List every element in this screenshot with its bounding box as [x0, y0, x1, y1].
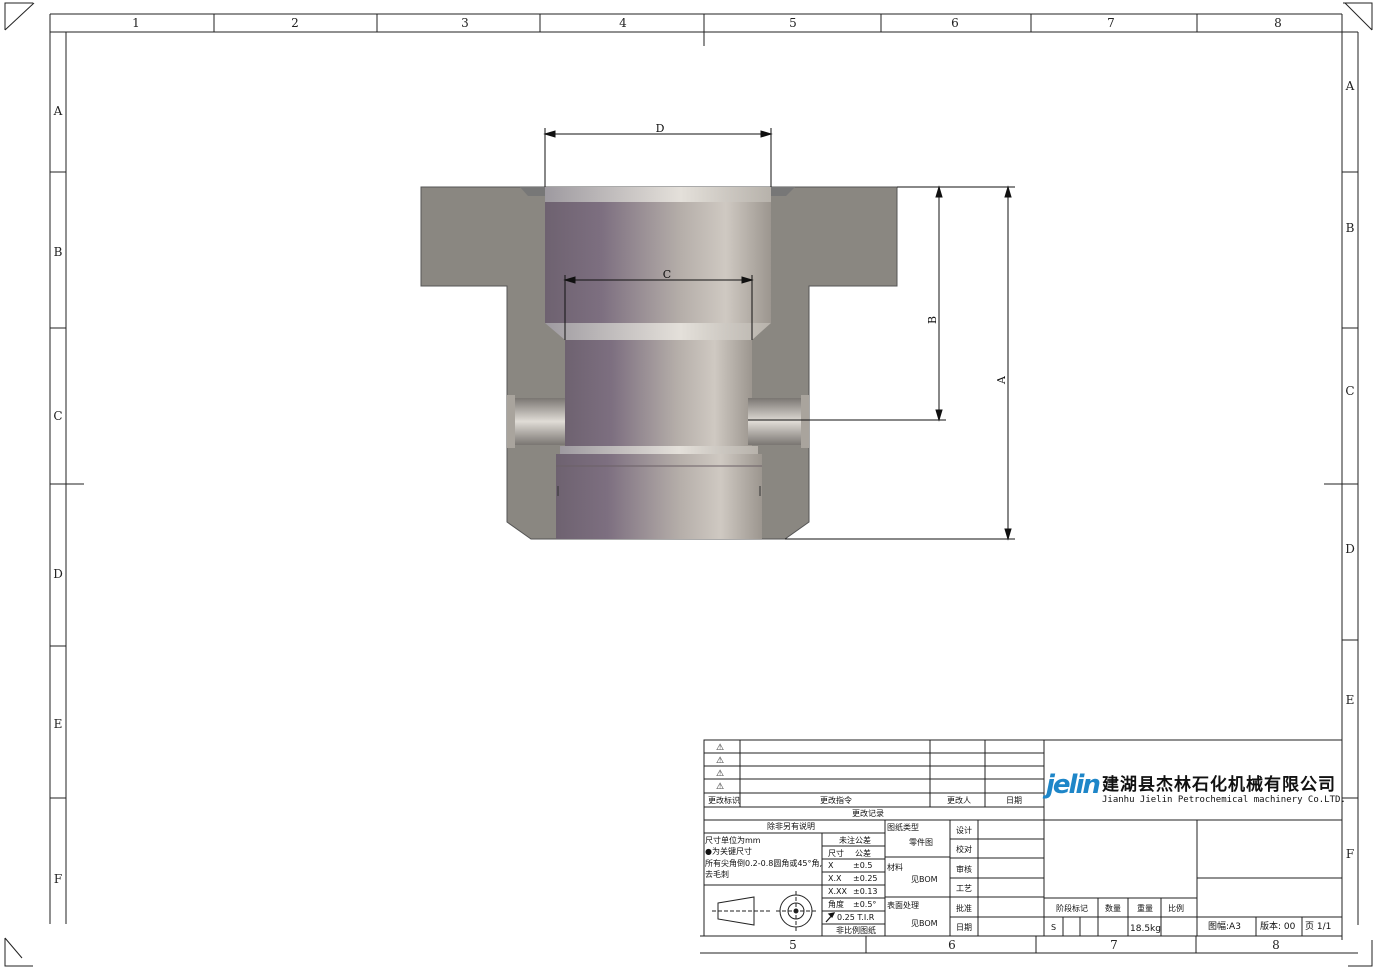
dim-b-label: B: [926, 316, 939, 324]
notes-line-1: 尺寸单位为mm: [705, 836, 761, 845]
notes-line-2: ●为关键尺寸: [705, 847, 752, 856]
revision-col-date: 日期: [1006, 796, 1022, 805]
revision-triangle-4: ⚠: [716, 782, 725, 792]
tolerance-r3-size: X.XX: [828, 887, 847, 896]
zone-row-a-right: A: [1345, 79, 1355, 93]
approval-check: 校对: [956, 845, 972, 854]
tolerance-r2-tol: ±0.25: [853, 874, 878, 883]
zone-col-3: 3: [461, 16, 469, 30]
sheet-page: 页 1/1: [1305, 922, 1332, 932]
sheet-size: 图幅:A3: [1208, 922, 1241, 932]
right-port-face: [801, 395, 809, 448]
tolerance-runout: 0.25 T.I.R: [837, 913, 875, 922]
revision-triangle-3: ⚠: [716, 769, 725, 779]
drawing-sheet: 1 2 3 4 5 6 7 8 A B C D E F A B C D E F …: [4, 2, 1373, 967]
company-name-cn: 建湖县杰林石化机械有限公司: [1102, 775, 1336, 795]
dim-a-label: A: [995, 375, 1008, 385]
zone-row-e-left: E: [54, 717, 63, 731]
drawing-type-value: 零件图: [909, 838, 933, 847]
zone-row-c-right: C: [1345, 384, 1354, 398]
tolerance-r4-tol: ±0.5°: [853, 900, 877, 909]
company-logo: jelin: [1046, 770, 1101, 800]
tolerance-r2-size: X.X: [828, 874, 842, 883]
zone-col-1: 1: [132, 16, 140, 30]
upper-bore: [545, 187, 771, 323]
revision-col-mark: 更改标识: [708, 796, 740, 805]
upper-bore-step: [545, 323, 771, 340]
middle-bore: [565, 340, 752, 452]
company-name-en: Jianhu Jielin Petrochemical machinery Co…: [1102, 795, 1346, 805]
left-port-face: [507, 395, 515, 448]
tolerance-r1-size: X: [828, 861, 834, 870]
revision-triangle-2: ⚠: [716, 756, 725, 766]
top-chamfer: [545, 187, 771, 202]
tolerance-scale-note: 非比例图纸: [836, 926, 876, 935]
revision-title: 更改记录: [852, 809, 884, 818]
surface-label: 表面处理: [887, 901, 919, 910]
approval-design: 设计: [956, 826, 972, 835]
zone-col-5-bottom: 5: [789, 938, 797, 952]
quantity-label: 数量: [1105, 904, 1121, 913]
notes-line-4: 去毛刺: [705, 870, 729, 879]
approval-approve: 批准: [956, 904, 972, 913]
dim-c-label: C: [663, 268, 671, 281]
scale-label: 比例: [1168, 904, 1184, 913]
revision-triangle-1: ⚠: [716, 743, 725, 753]
runout-icon: [825, 912, 836, 923]
zone-col-7-bottom: 7: [1110, 938, 1118, 952]
material-label: 材料: [887, 863, 903, 872]
zone-row-c-left: C: [53, 409, 62, 423]
weight-value: 18.5kg: [1130, 924, 1161, 934]
zone-col-7: 7: [1107, 16, 1115, 30]
zone-row-b-left: B: [54, 245, 63, 259]
dim-d-label: D: [656, 122, 665, 135]
projection-symbol: [712, 891, 816, 931]
surface-value: 见BOM: [911, 919, 938, 928]
zone-row-f-right: F: [1346, 847, 1354, 861]
stage-label: 阶段标记: [1056, 904, 1088, 913]
middle-groove: [560, 446, 758, 454]
revision-col-order: 更改指令: [820, 796, 852, 805]
zone-col-4: 4: [619, 16, 627, 30]
lower-bore: [556, 454, 762, 539]
weight-label: 重量: [1137, 904, 1153, 913]
notes-line-3: 所有尖角倒0.2-0.8圆角或45°角,: [705, 859, 823, 868]
zone-col-6-bottom: 6: [948, 938, 956, 952]
zone-col-6: 6: [951, 16, 959, 30]
zone-row-b-right: B: [1346, 221, 1355, 235]
tolerance-col-tol: 公差: [855, 849, 871, 858]
zone-row-e-right: E: [1346, 693, 1355, 707]
notes-header: 除非另有说明: [767, 822, 815, 831]
tolerance-col-size: 尺寸: [828, 849, 844, 858]
zone-row-d-left: D: [53, 567, 63, 581]
tolerance-r4-size: 角度: [828, 900, 844, 909]
tolerance-r1-tol: ±0.5: [853, 861, 873, 870]
zone-row-f-left: F: [54, 872, 62, 886]
approval-date: 日期: [956, 923, 972, 932]
material-value: 见BOM: [911, 875, 938, 884]
zone-row-d-right: D: [1345, 542, 1355, 556]
sheet-version: 版本: 00: [1260, 922, 1296, 932]
part-section-view: [420, 186, 898, 540]
zone-col-2: 2: [291, 16, 299, 30]
left-port: [513, 398, 565, 445]
zone-col-8-bottom: 8: [1272, 938, 1280, 952]
approval-process: 工艺: [956, 884, 972, 893]
stage-value: S: [1051, 923, 1057, 932]
approval-review: 审核: [956, 865, 972, 874]
revision-col-person: 更改人: [947, 796, 971, 805]
tolerance-header: 未注公差: [839, 836, 871, 845]
zone-col-5: 5: [789, 16, 797, 30]
drawing-type-label: 图纸类型: [887, 823, 919, 832]
right-port: [748, 398, 803, 445]
tolerance-r3-tol: ±0.13: [853, 887, 878, 896]
zone-col-8: 8: [1274, 16, 1282, 30]
zone-row-a-left: A: [53, 104, 63, 118]
